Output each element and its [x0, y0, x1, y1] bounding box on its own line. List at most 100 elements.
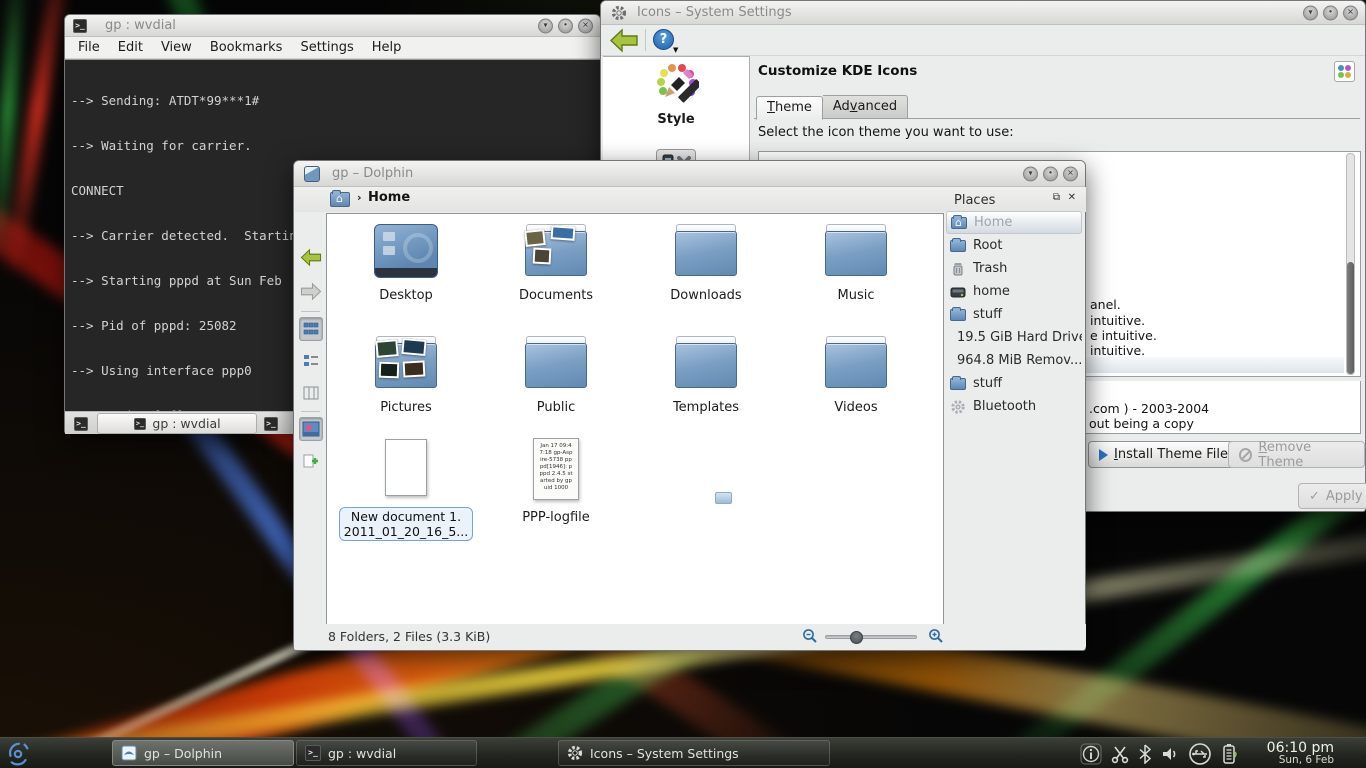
- dolphin-titlebar[interactable]: gp – Dolphin ▾ • ✕: [294, 161, 1085, 187]
- split-icon: [303, 453, 319, 469]
- zoom-in-icon[interactable]: [928, 628, 944, 644]
- settings-titlebar[interactable]: Icons – System Settings ▾ • ✕: [601, 1, 1365, 25]
- maximize-icon[interactable]: •: [1323, 5, 1338, 20]
- hard-drive-icon: [950, 284, 966, 300]
- folder-label: Downloads: [631, 288, 781, 303]
- klipper-scissors-icon[interactable]: [1110, 744, 1130, 764]
- dolphin-icon: [304, 166, 320, 182]
- terminal-icon: >_: [134, 418, 146, 430]
- place-stuff-2[interactable]: stuff: [946, 372, 1082, 395]
- volume-icon[interactable]: [1160, 744, 1180, 764]
- sidebar-item-style[interactable]: Style: [603, 57, 749, 127]
- help-icon[interactable]: ?: [653, 29, 674, 50]
- document-icon: [385, 439, 427, 496]
- settings-toolbar: ? ▼: [601, 25, 1365, 56]
- bluetooth-icon[interactable]: [1138, 744, 1152, 764]
- minimize-icon[interactable]: ▾: [538, 18, 553, 33]
- folder-item-music[interactable]: Music: [781, 224, 931, 336]
- battery-icon[interactable]: [1220, 742, 1240, 766]
- theme-description-text: .com ) - 2003-2004: [1089, 401, 1209, 416]
- theme-list-text: anel.: [1090, 297, 1121, 312]
- details-view-button[interactable]: [299, 349, 323, 373]
- menu-help[interactable]: Help: [363, 40, 411, 55]
- place-home-device[interactable]: home: [946, 280, 1082, 303]
- tab-list-button[interactable]: >_: [261, 414, 281, 433]
- close-icon[interactable]: ✕: [1063, 166, 1078, 181]
- preview-button[interactable]: [299, 417, 323, 441]
- menu-view[interactable]: View: [152, 40, 201, 55]
- sidebar-item-label: Style: [603, 112, 749, 127]
- scrollbar[interactable]: [1346, 153, 1355, 375]
- menu-edit[interactable]: Edit: [109, 40, 152, 55]
- columns-view-button[interactable]: [299, 381, 323, 405]
- house-icon: ⌂: [336, 193, 343, 205]
- konsole-titlebar[interactable]: >_ gp : wvdial ▾ • ✕: [65, 15, 600, 37]
- minimize-icon[interactable]: ▾: [1023, 166, 1038, 181]
- folder-item-templates[interactable]: Templates: [631, 336, 781, 436]
- close-icon[interactable]: ✕: [1343, 5, 1358, 20]
- close-panel-icon[interactable]: ✕: [1068, 192, 1076, 203]
- trash-icon: [950, 261, 966, 277]
- details-view-icon: [303, 353, 319, 369]
- zoom-slider[interactable]: [825, 635, 917, 639]
- menu-settings[interactable]: Settings: [291, 40, 362, 55]
- folder-item-documents[interactable]: Documents: [481, 224, 631, 336]
- place-hard-drive[interactable]: 19.5 GiB Hard Drive: [946, 326, 1082, 349]
- place-stuff-1[interactable]: stuff: [946, 303, 1082, 326]
- tab-advanced[interactable]: Advanced: [823, 95, 908, 119]
- place-root[interactable]: Root: [946, 234, 1082, 257]
- clock[interactable]: 06:10 pm Sun, 6 Feb: [1254, 741, 1334, 767]
- minimize-icon[interactable]: ▾: [1303, 5, 1318, 20]
- place-home[interactable]: ⌂ Home: [946, 211, 1082, 234]
- close-icon[interactable]: ✕: [578, 18, 593, 33]
- mouse-cursor-artifact: [715, 492, 732, 504]
- place-trash[interactable]: Trash: [946, 257, 1082, 280]
- chevron-down-icon[interactable]: ▼: [673, 46, 678, 54]
- menu-bookmarks[interactable]: Bookmarks: [201, 40, 292, 55]
- folder-icon: [950, 240, 966, 252]
- folder-icon: [950, 378, 966, 390]
- remove-theme-button: Remove Theme: [1228, 441, 1365, 468]
- folder-item-videos[interactable]: Videos: [781, 336, 931, 436]
- device-notifier-usb-icon[interactable]: [1188, 742, 1212, 766]
- breadcrumb-home[interactable]: Home: [368, 190, 410, 205]
- back-button[interactable]: [299, 245, 323, 269]
- float-panel-icon[interactable]: ⧉: [1053, 192, 1060, 203]
- back-icon: [300, 248, 322, 267]
- task-konsole[interactable]: >_ gp : wvdial: [296, 740, 477, 766]
- folder-item-desktop[interactable]: Desktop: [331, 224, 481, 336]
- install-icon: [1099, 449, 1108, 461]
- maximize-icon[interactable]: •: [1043, 166, 1058, 181]
- app-launcher-icon[interactable]: [3, 740, 33, 768]
- bluetooth-icon: [950, 399, 966, 415]
- install-theme-button[interactable]: Install Theme File...: [1088, 441, 1251, 468]
- theme-list-text: e intuitive.: [1090, 328, 1157, 343]
- split-view-button[interactable]: [299, 449, 323, 473]
- dolphin-file-view[interactable]: Desktop Documents Downloads: [326, 213, 944, 626]
- file-item-ppp-logfile[interactable]: Jan 17 09:47:18 gp-Asp ire-5738 pppd[194…: [481, 436, 631, 541]
- konsole-tab[interactable]: >_ gp : wvdial: [97, 413, 257, 434]
- back-button[interactable]: [609, 28, 639, 53]
- new-tab-button[interactable]: >_: [71, 414, 91, 433]
- folder-item-pictures[interactable]: Pictures: [331, 336, 481, 436]
- task-label: gp – Dolphin: [144, 746, 222, 761]
- breadcrumb-home-button[interactable]: ⌂: [328, 189, 352, 209]
- folder-item-downloads[interactable]: Downloads: [631, 224, 781, 336]
- konsole-tab-label: gp : wvdial: [152, 416, 220, 431]
- places-panel: Places ⧉ ✕ ⌂ Home Root Trash: [946, 189, 1082, 418]
- tab-theme[interactable]: Theme: [756, 96, 823, 120]
- folder-label: Music: [781, 288, 931, 303]
- zoom-out-icon[interactable]: [802, 628, 818, 644]
- scrollbar-handle[interactable]: [1347, 262, 1354, 374]
- file-item-new-document[interactable]: New document 1.2011_01_20_16_5...: [331, 436, 481, 541]
- task-dolphin[interactable]: gp – Dolphin: [112, 740, 294, 766]
- menu-file[interactable]: File: [69, 40, 109, 55]
- zoom-slider-knob[interactable]: [850, 631, 863, 644]
- place-removable-media[interactable]: 964.8 MiB Remov...: [946, 349, 1082, 372]
- notifications-icon[interactable]: [1080, 743, 1102, 765]
- folder-item-public[interactable]: Public: [481, 336, 631, 436]
- place-bluetooth[interactable]: Bluetooth: [946, 395, 1082, 418]
- task-system-settings[interactable]: Icons – System Settings: [558, 740, 830, 766]
- icons-view-button[interactable]: [299, 317, 323, 341]
- maximize-icon[interactable]: •: [558, 18, 573, 33]
